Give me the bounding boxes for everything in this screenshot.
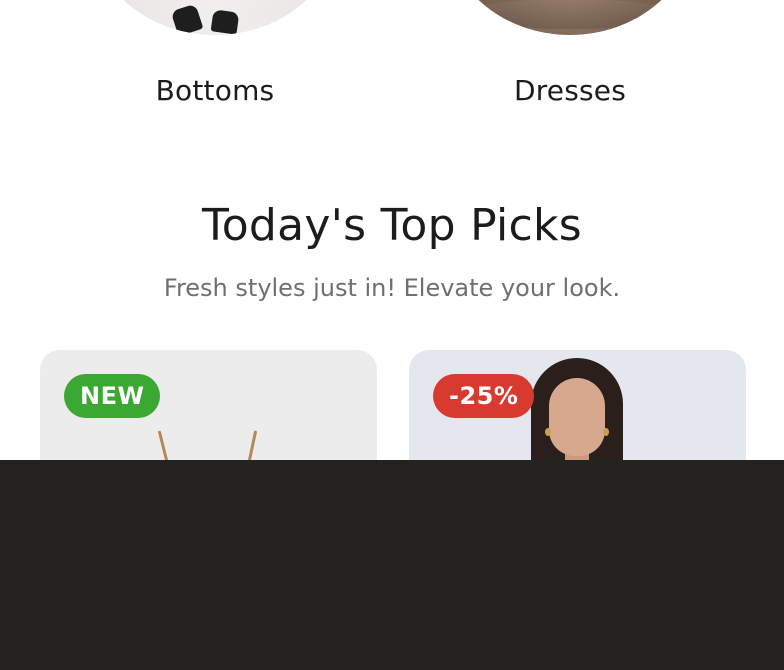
section-title: Today's Top Picks — [202, 200, 582, 251]
page: Bottoms Dresses Today's Top Picks Fresh … — [0, 0, 784, 670]
boot-shape — [210, 9, 240, 35]
category-image-dresses[interactable] — [445, 0, 695, 35]
earring-shape — [545, 428, 551, 436]
overlay-panel — [0, 460, 784, 670]
category-label-dresses[interactable]: Dresses — [470, 74, 670, 107]
category-image-bottoms[interactable] — [90, 0, 340, 35]
model-face-shape — [549, 378, 605, 456]
new-badge: NEW — [64, 374, 161, 418]
discount-badge: -25% — [433, 374, 535, 418]
earring-shape — [603, 428, 609, 436]
category-label-bottoms[interactable]: Bottoms — [115, 74, 315, 107]
fabric-fold-shape — [465, 0, 675, 29]
section-subtitle: Fresh styles just in! Elevate your look. — [163, 274, 621, 302]
boot-shape — [170, 3, 204, 35]
